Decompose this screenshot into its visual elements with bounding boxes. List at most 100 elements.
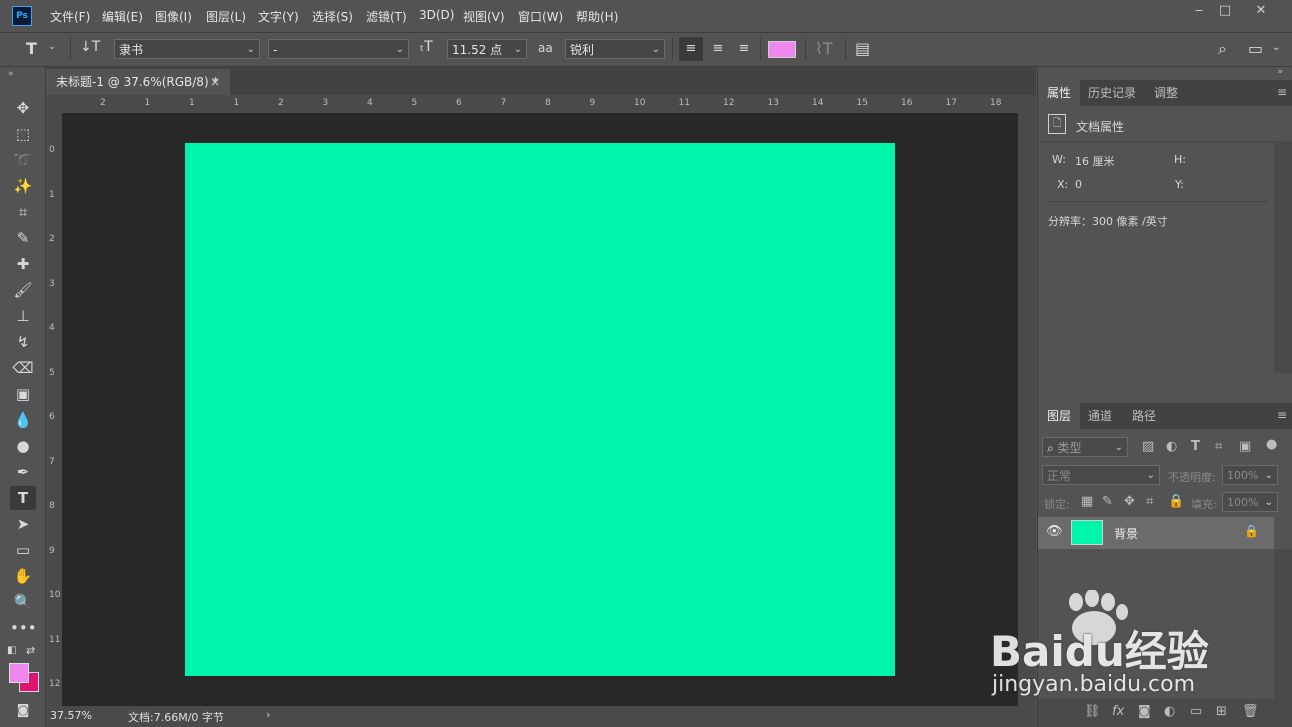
- menu-file[interactable]: 文件(F): [50, 8, 90, 25]
- document-tab[interactable]: 未标题-1 @ 37.6%(RGB/8) * ×: [46, 69, 230, 95]
- workspace-icon[interactable]: ▭: [1248, 39, 1263, 58]
- ruler-h-label: 5: [411, 98, 418, 108]
- pen-tool-icon[interactable]: ✒: [10, 460, 36, 484]
- layer-style-icon[interactable]: fx: [1112, 704, 1124, 719]
- filter-smart-object-icon[interactable]: ▣: [1239, 439, 1251, 454]
- align-center-icon[interactable]: ≡: [708, 37, 728, 61]
- lasso-tool-icon[interactable]: ➰: [10, 148, 36, 172]
- document-canvas[interactable]: [185, 143, 895, 676]
- add-mask-icon[interactable]: ◙: [1138, 704, 1151, 719]
- menu-3d[interactable]: 3D(D): [419, 8, 454, 22]
- lock-transparent-icon[interactable]: ▦: [1081, 494, 1093, 509]
- zoom-tool-icon[interactable]: 🔍: [10, 590, 36, 614]
- menu-select[interactable]: 选择(S): [312, 8, 353, 25]
- menu-image[interactable]: 图像(I): [155, 8, 192, 25]
- menu-filter[interactable]: 滤镜(T): [366, 8, 407, 25]
- align-left-icon[interactable]: ≡: [679, 37, 703, 61]
- properties-scrollbar[interactable]: [1274, 141, 1292, 373]
- swap-colors-icon[interactable]: ⇄: [26, 644, 35, 657]
- align-right-icon[interactable]: ≡: [734, 37, 754, 61]
- filter-shape-icon[interactable]: ⌗: [1215, 439, 1222, 454]
- new-layer-icon[interactable]: ⊞: [1216, 704, 1227, 719]
- clone-stamp-tool-icon[interactable]: ⊥: [10, 304, 36, 328]
- collapse-icon[interactable]: »: [1277, 67, 1283, 77]
- menu-layer[interactable]: 图层(L): [206, 8, 246, 25]
- quick-mask-icon[interactable]: ◙: [10, 699, 36, 723]
- lock-position-icon[interactable]: ✥: [1124, 494, 1135, 509]
- layers-scrollbar[interactable]: [1274, 549, 1292, 699]
- x-value[interactable]: 0: [1075, 178, 1082, 191]
- status-menu-chevron-icon[interactable]: ›: [266, 708, 270, 721]
- path-selection-tool-icon[interactable]: ➤: [10, 512, 36, 536]
- fill-input[interactable]: 100% ⌄: [1222, 492, 1278, 512]
- eyedropper-tool-icon[interactable]: ✎: [10, 226, 36, 250]
- more-tools-icon[interactable]: •••: [10, 616, 37, 640]
- layer-name[interactable]: 背景: [1114, 525, 1138, 542]
- adjustment-layer-icon[interactable]: ◐: [1164, 704, 1175, 719]
- new-group-icon[interactable]: ▭: [1190, 704, 1202, 719]
- type-tool-icon[interactable]: T: [10, 486, 36, 510]
- brush-tool-icon[interactable]: 🖌: [10, 278, 36, 302]
- font-family-select[interactable]: 隶书 ⌄: [114, 39, 260, 59]
- maximize-icon[interactable]: □: [1210, 0, 1240, 22]
- blend-mode-select[interactable]: 正常 ⌄: [1042, 465, 1160, 485]
- font-style-select[interactable]: - ⌄: [268, 39, 409, 59]
- crop-tool-icon[interactable]: ⌗: [10, 200, 36, 224]
- close-icon[interactable]: ✕: [1246, 0, 1276, 22]
- collapse-icon[interactable]: »: [8, 69, 14, 79]
- warp-text-icon[interactable]: ⌇T: [815, 39, 833, 58]
- blur-tool-icon[interactable]: 💧: [10, 408, 36, 432]
- eraser-tool-icon[interactable]: ⌫: [10, 356, 36, 380]
- font-size-select[interactable]: 11.52 点 ⌄: [447, 39, 527, 59]
- marquee-tool-icon[interactable]: ⬚: [10, 122, 36, 146]
- menu-window[interactable]: 窗口(W): [518, 8, 563, 25]
- foreground-color-swatch[interactable]: [9, 663, 29, 683]
- tab-adjustments[interactable]: 调整: [1144, 80, 1188, 106]
- dodge-tool-icon[interactable]: ●: [10, 434, 36, 458]
- default-colors-icon[interactable]: ◧: [7, 645, 16, 656]
- panel-menu-icon[interactable]: ≡: [1277, 85, 1287, 99]
- layer-row[interactable]: 👁 背景 🔒: [1038, 517, 1274, 549]
- filter-type-icon[interactable]: T: [1191, 439, 1200, 454]
- link-layers-icon[interactable]: ⛓: [1084, 704, 1101, 719]
- move-tool-icon[interactable]: ✥: [10, 96, 36, 120]
- rectangle-tool-icon[interactable]: ▭: [10, 538, 36, 562]
- filter-pixel-icon[interactable]: ▨: [1142, 439, 1154, 454]
- tab-close-icon[interactable]: ×: [210, 69, 220, 95]
- delete-layer-icon[interactable]: 🗑: [1242, 704, 1259, 719]
- text-orientation-icon[interactable]: ↓T: [80, 39, 100, 55]
- width-value[interactable]: 16 厘米: [1075, 153, 1115, 169]
- tab-history[interactable]: 历史记录: [1082, 80, 1142, 106]
- tab-channels[interactable]: 通道: [1082, 403, 1118, 429]
- magic-wand-tool-icon[interactable]: ✨: [10, 174, 36, 198]
- vertical-scrollbar[interactable]: [1018, 113, 1036, 706]
- healing-brush-tool-icon[interactable]: ✚: [10, 252, 36, 276]
- panel-menu-icon[interactable]: ≡: [1277, 408, 1287, 422]
- search-icon[interactable]: ⌕: [1218, 39, 1227, 59]
- character-panel-icon[interactable]: ▤: [855, 39, 870, 58]
- opacity-input[interactable]: 100% ⌄: [1222, 465, 1278, 485]
- visibility-eye-icon[interactable]: 👁: [1046, 524, 1063, 539]
- tab-properties[interactable]: 属性: [1038, 80, 1080, 106]
- filter-adjustment-icon[interactable]: ◐: [1166, 439, 1177, 454]
- menu-edit[interactable]: 编辑(E): [102, 8, 143, 25]
- type-tool-preset-icon[interactable]: T: [26, 39, 37, 58]
- preset-chevron-down-icon[interactable]: ⌄: [48, 42, 56, 52]
- tab-layers[interactable]: 图层: [1038, 403, 1080, 429]
- menu-view[interactable]: 视图(V): [463, 8, 505, 25]
- zoom-level[interactable]: 37.57%: [50, 709, 92, 722]
- menu-help[interactable]: 帮助(H): [576, 8, 618, 25]
- lock-all-icon[interactable]: 🔒: [1168, 494, 1184, 509]
- workspace-chevron-down-icon[interactable]: ⌄: [1272, 42, 1280, 53]
- lock-image-icon[interactable]: ✎: [1102, 494, 1113, 509]
- lock-artboard-icon[interactable]: ⌗: [1146, 494, 1153, 509]
- filter-toggle-icon[interactable]: ●: [1266, 437, 1277, 452]
- tab-paths[interactable]: 路径: [1122, 403, 1166, 429]
- anti-alias-select[interactable]: 锐利 ⌄: [565, 39, 665, 59]
- history-brush-tool-icon[interactable]: ↯: [10, 330, 36, 354]
- hand-tool-icon[interactable]: ✋: [10, 564, 36, 588]
- text-color-swatch[interactable]: [768, 41, 796, 58]
- gradient-tool-icon[interactable]: ▣: [10, 382, 36, 406]
- layer-filter-select[interactable]: ⌕ 类型 ⌄: [1042, 437, 1128, 457]
- menu-type[interactable]: 文字(Y): [258, 8, 299, 25]
